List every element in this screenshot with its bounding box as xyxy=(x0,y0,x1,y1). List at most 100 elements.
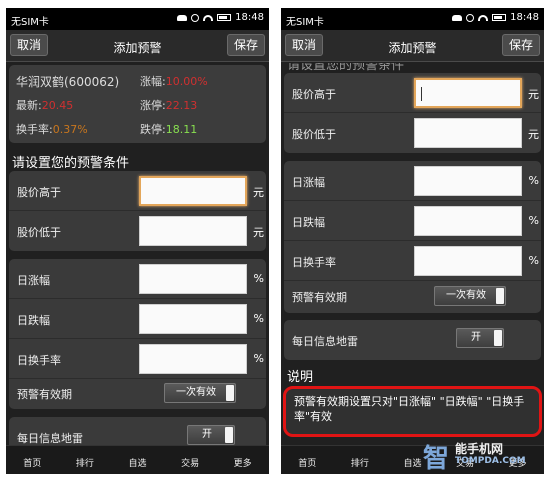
carrier-label: 无SIM卡 xyxy=(286,17,324,28)
daily-fall-row: 日跌幅 % xyxy=(284,201,541,241)
wifi-icon xyxy=(478,14,489,21)
status-bar: 无SIM卡 18:48 xyxy=(281,8,544,30)
nav-watchlist[interactable]: 自选 xyxy=(111,446,164,474)
daily-rise-label: 日涨幅 xyxy=(17,274,50,287)
daily-fall-label: 日跌幅 xyxy=(17,314,50,327)
save-button[interactable]: 保存 xyxy=(226,34,265,56)
toggle-knob xyxy=(496,288,504,304)
unit-label: 元 xyxy=(253,226,264,239)
daily-turnover-input[interactable] xyxy=(414,246,522,276)
clock: 18:48 xyxy=(510,12,539,23)
validity-label: 预警有效期 xyxy=(292,291,347,304)
limit-up-price: 涨停:22.13 xyxy=(140,99,198,112)
wifi-icon xyxy=(203,14,214,21)
daily-rise-row: 日涨幅 % xyxy=(9,259,266,299)
price-above-label: 股价高于 xyxy=(292,88,336,101)
daily-rise-row: 日涨幅 % xyxy=(284,161,541,201)
battery-icon xyxy=(492,14,507,21)
price-below-row: 股价低于 元 xyxy=(9,211,266,251)
unit-label: 元 xyxy=(253,186,264,199)
daily-turnover-label: 日换手率 xyxy=(17,354,61,367)
notification-icon xyxy=(452,14,463,21)
turnover-rate: 换手率:0.37% xyxy=(16,123,88,136)
validity-toggle[interactable]: 一次有效 xyxy=(164,383,236,403)
daily-fall-label: 日跌幅 xyxy=(292,216,325,229)
form-content[interactable]: 请设置您的预警条件 股价高于 元 股价低于 元 日涨幅 % 日跌幅 % 日换手率… xyxy=(281,63,544,445)
watermark-glyph: 智 xyxy=(423,444,450,474)
daily-fall-row: 日跌幅 % xyxy=(9,299,266,339)
price-below-label: 股价低于 xyxy=(292,128,336,141)
unit-label: % xyxy=(528,214,539,227)
landmine-label: 每日信息地雷 xyxy=(17,432,83,445)
carrier-label: 无SIM卡 xyxy=(11,17,49,28)
watermark-cn: 能手机网 xyxy=(455,442,504,456)
nav-trade[interactable]: 交易 xyxy=(164,446,217,474)
form-content[interactable]: 华润双鹤(600062) 涨幅:10.00% 最新:20.45 涨停:22.13… xyxy=(6,63,269,445)
validity-label: 预警有效期 xyxy=(17,388,72,401)
change-pct: 涨幅:10.00% xyxy=(140,75,208,88)
price-below-row: 股价低于 元 xyxy=(284,113,541,153)
price-below-input[interactable] xyxy=(139,216,247,246)
toggle-knob xyxy=(494,330,502,346)
daily-rise-label: 日涨幅 xyxy=(292,176,325,189)
landmine-card: 每日信息地雷 开 xyxy=(9,417,266,445)
unit-label: % xyxy=(528,174,539,187)
clock: 18:48 xyxy=(235,12,264,23)
stock-name: 华润双鹤(600062) xyxy=(16,75,120,89)
title-bar: 取消 添加预警 保存 xyxy=(6,30,269,62)
validity-row: 预警有效期 一次有效 xyxy=(284,281,541,313)
watermark-logo: 智 能手机网 TOMPDA.COM xyxy=(423,438,543,474)
daily-fall-input[interactable] xyxy=(414,206,522,236)
validity-toggle[interactable]: 一次有效 xyxy=(434,286,506,306)
alarm-icon xyxy=(191,13,200,22)
watermark-en: TOMPDA.COM xyxy=(455,456,526,466)
daily-turnover-input[interactable] xyxy=(139,344,247,374)
notification-icon xyxy=(177,14,188,21)
nav-home[interactable]: 首页 xyxy=(6,446,59,474)
landmine-card: 每日信息地雷 开 xyxy=(284,320,541,360)
daily-turnover-row: 日换手率 % xyxy=(284,241,541,281)
nav-ranking[interactable]: 排行 xyxy=(59,446,112,474)
daily-fall-input[interactable] xyxy=(139,304,247,334)
limit-down-price: 跌停:18.11 xyxy=(140,123,198,136)
nav-more[interactable]: 更多 xyxy=(216,446,269,474)
daily-rise-input[interactable] xyxy=(414,166,522,196)
save-button[interactable]: 保存 xyxy=(501,34,540,56)
daily-turnover-label: 日换手率 xyxy=(292,256,336,269)
price-below-input[interactable] xyxy=(414,118,522,148)
toggle-knob xyxy=(226,385,234,401)
landmine-toggle[interactable]: 开 xyxy=(187,425,235,445)
daily-conditions-card: 日涨幅 % 日跌幅 % 日换手率 % 预警有效期 一次有效 xyxy=(9,259,266,409)
daily-conditions-card: 日涨幅 % 日跌幅 % 日换手率 % 预警有效期 一次有效 xyxy=(284,161,541,313)
bottom-nav: 首页 排行 自选 交易 更多 xyxy=(6,445,269,474)
landmine-toggle[interactable]: 开 xyxy=(456,328,504,348)
daily-turnover-row: 日换手率 % xyxy=(9,339,266,379)
nav-home[interactable]: 首页 xyxy=(281,446,334,474)
unit-label: % xyxy=(253,312,264,325)
price-above-row: 股价高于 元 xyxy=(9,171,266,211)
price-conditions-card: 股价高于 元 股价低于 元 xyxy=(9,171,266,251)
latest-price: 最新:20.45 xyxy=(16,99,74,112)
screen-left: 无SIM卡 18:48 取消 添加预警 保存 华润双鹤(600062) 涨幅:1… xyxy=(6,8,269,474)
unit-label: 元 xyxy=(528,128,539,141)
note-heading: 说明 xyxy=(287,370,314,385)
unit-label: 元 xyxy=(528,88,539,101)
screen-right: 无SIM卡 18:48 取消 添加预警 保存 请设置您的预警条件 股价高于 元 … xyxy=(281,8,544,474)
unit-label: % xyxy=(253,352,264,365)
note-box: 预警有效期设置只对"日涨幅" "日跌幅" "日换手率"有效 xyxy=(283,386,542,437)
price-above-input[interactable] xyxy=(414,78,522,108)
price-conditions-card: 股价高于 元 股价低于 元 xyxy=(284,73,541,153)
nav-ranking[interactable]: 排行 xyxy=(334,446,387,474)
daily-rise-input[interactable] xyxy=(139,264,247,294)
stock-quote-card: 华润双鹤(600062) 涨幅:10.00% 最新:20.45 涨停:22.13… xyxy=(9,65,266,143)
alarm-icon xyxy=(466,13,475,22)
title-bar: 取消 添加预警 保存 xyxy=(281,30,544,62)
price-above-input[interactable] xyxy=(139,176,247,206)
price-below-label: 股价低于 xyxy=(17,226,61,239)
unit-label: % xyxy=(528,254,539,267)
conditions-heading: 请设置您的预警条件 xyxy=(12,156,130,171)
validity-row: 预警有效期 一次有效 xyxy=(9,379,266,409)
conditions-heading-partial: 请设置您的预警条件 xyxy=(287,63,405,73)
price-above-label: 股价高于 xyxy=(17,186,61,199)
price-above-row: 股价高于 元 xyxy=(284,73,541,113)
